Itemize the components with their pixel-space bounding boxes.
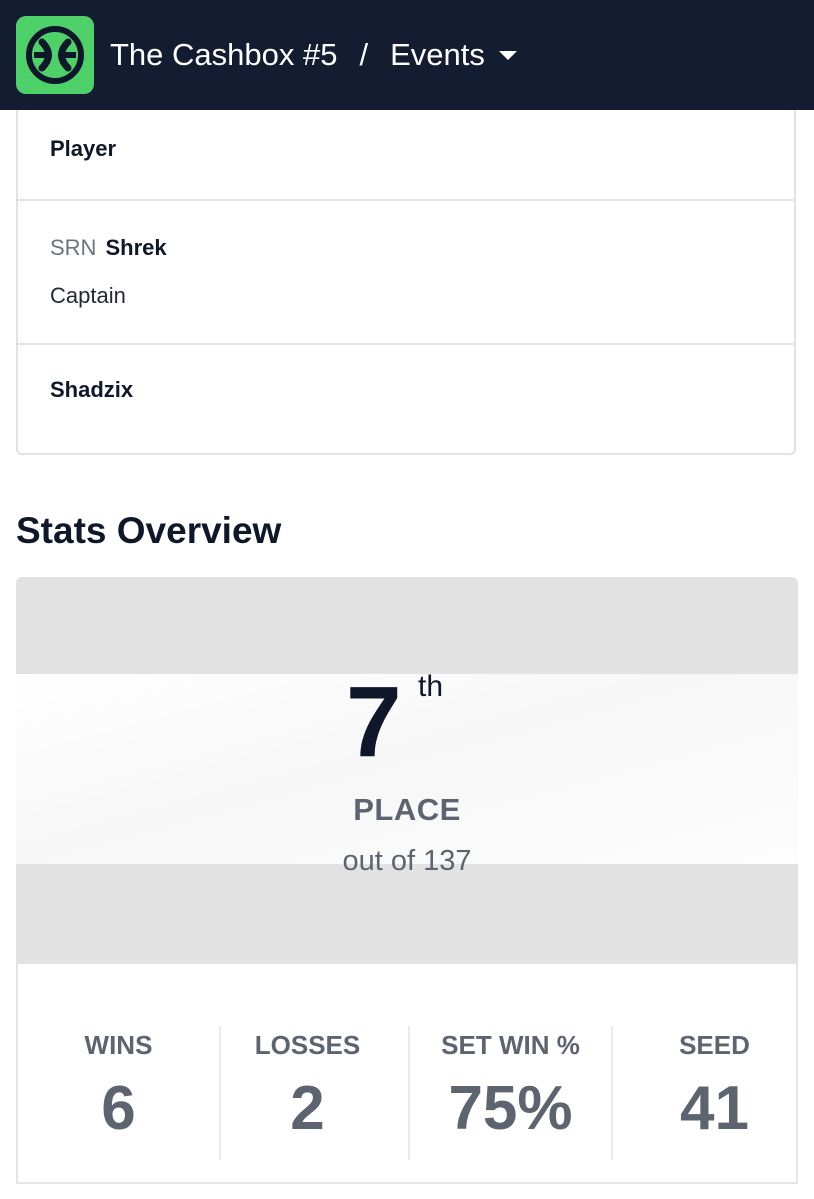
stat-value: 41	[680, 1074, 749, 1143]
stat-value: 2	[290, 1074, 325, 1143]
stat-losses: LOSSES 2	[207, 1026, 410, 1160]
breadcrumb: The Cashbox #5 / Events	[110, 0, 517, 110]
placement-panel	[16, 577, 798, 963]
stat-label: SEED	[679, 1030, 750, 1060]
player-name: Player	[50, 136, 117, 161]
start-gg-logo-icon[interactable]	[16, 16, 94, 94]
stat-value: 6	[101, 1074, 136, 1143]
player-name: Shadzix	[50, 377, 134, 402]
stat-seed: SEED 41	[613, 1026, 814, 1160]
player-prefix: SRN	[50, 235, 97, 260]
player-role: Captain	[50, 283, 126, 308]
stats-strip: WINS 6 LOSSES 2 SET WIN % 75% SEED 41	[16, 963, 798, 1184]
roster-row[interactable]: SRN Shrek Captain	[18, 201, 794, 345]
placement-out-of: out of 137	[342, 845, 472, 877]
events-dropdown-label: Events	[390, 37, 485, 72]
player-name: Shrek	[105, 235, 167, 260]
placement-number: 7	[346, 666, 402, 778]
roster-row[interactable]: Shadzix	[18, 345, 794, 453]
stat-set-win-percent: SET WIN % 75%	[410, 1026, 613, 1160]
breadcrumb-tournament[interactable]: The Cashbox #5	[110, 37, 337, 73]
stat-wins: WINS 6	[18, 1026, 221, 1160]
roster-card: Player SRN Shrek Captain Shadzix	[16, 110, 796, 455]
placement-ordinal-suffix: th	[418, 670, 444, 703]
stat-value: 75%	[448, 1074, 573, 1143]
breadcrumb-separator: /	[359, 37, 369, 72]
stats-overview-heading: Stats Overview	[16, 510, 282, 551]
events-dropdown[interactable]: Events	[390, 37, 517, 73]
caret-down-icon	[498, 50, 517, 60]
placement-label: PLACE	[353, 792, 461, 827]
stat-label: SET WIN %	[441, 1030, 580, 1060]
stat-label: WINS	[84, 1030, 153, 1060]
roster-row[interactable]: Player	[18, 110, 794, 201]
stat-label: LOSSES	[254, 1030, 361, 1060]
placement-banner	[16, 674, 798, 864]
top-navigation-bar: The Cashbox #5 / Events	[0, 0, 814, 110]
